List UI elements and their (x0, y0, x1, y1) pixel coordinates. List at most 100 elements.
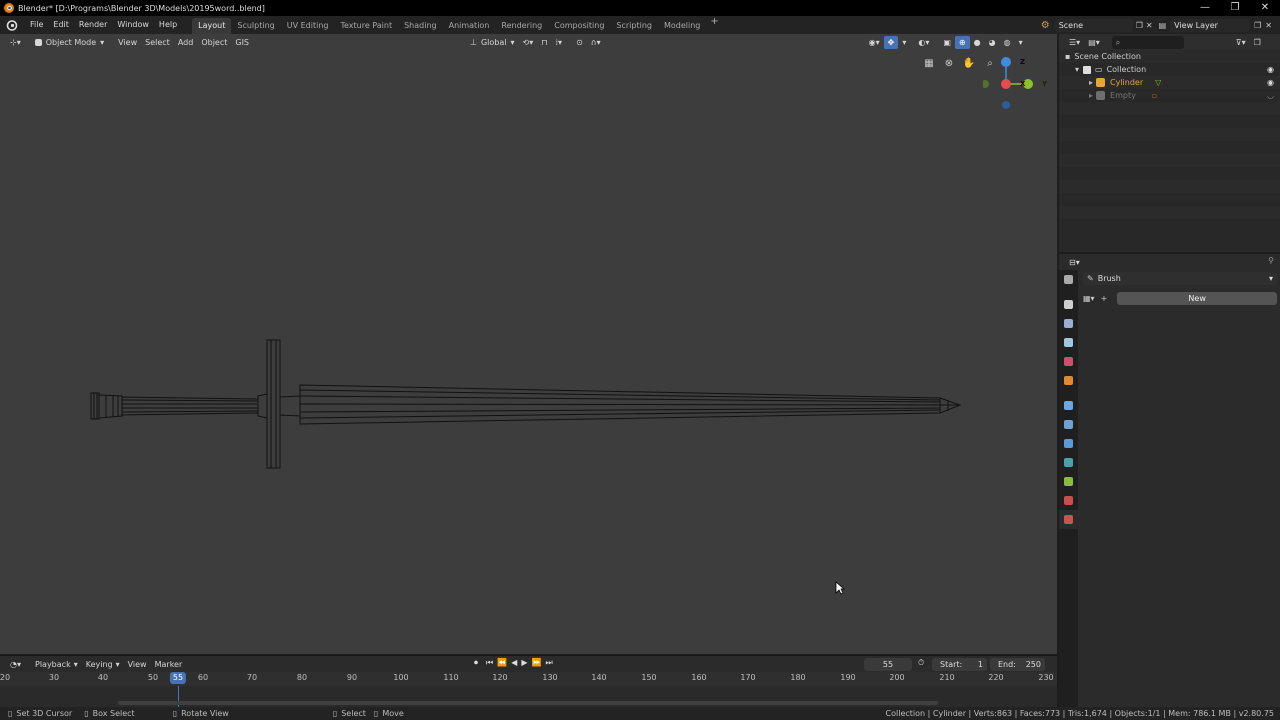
filter-icon[interactable]: ⊽▾ (1232, 36, 1250, 49)
jump-start-icon[interactable]: ⏮ (486, 658, 493, 668)
blender-menu-icon[interactable] (5, 18, 19, 32)
tool-icon (1064, 275, 1073, 284)
menu-render[interactable]: Render (74, 16, 112, 34)
chevron-down-icon: ▾ (1268, 274, 1273, 283)
play-reverse-icon[interactable]: ◀ (511, 658, 517, 668)
properties-editor-type-icon[interactable]: ⊟▾ (1065, 256, 1084, 269)
expand-arrow-icon[interactable]: ▸ (1089, 89, 1093, 102)
current-frame-field[interactable]: 55 (864, 658, 912, 671)
view-layer-icon (1064, 338, 1073, 347)
timeline-ruler[interactable]: 20 30 40 50 60 70 80 90 100 110 120 130 … (0, 672, 1057, 686)
view-layer-field[interactable]: View Layer (1170, 18, 1251, 32)
restore-button[interactable]: ❐ (1220, 0, 1250, 16)
sword-wireframe-mesh[interactable] (0, 34, 1057, 654)
tab-scripting[interactable]: Scripting (610, 18, 658, 34)
tab-modifiers[interactable] (1059, 415, 1078, 434)
tab-constraints[interactable] (1059, 472, 1078, 491)
outliner-empty-row (1059, 167, 1280, 180)
scene-collection-icon: ▪ (1065, 52, 1071, 61)
eye-icon[interactable]: ◉ (1267, 76, 1274, 89)
eye-icon[interactable]: ◉ (1267, 63, 1274, 76)
minimize-button[interactable]: — (1190, 0, 1220, 16)
menu-help[interactable]: Help (154, 16, 182, 34)
hidden-eye-icon[interactable]: ◡ (1267, 89, 1274, 102)
view-layer-icon[interactable]: ▤ (1159, 21, 1167, 30)
tab-scene[interactable] (1059, 352, 1078, 371)
play-icon[interactable]: ▶ (521, 658, 527, 668)
3d-viewport[interactable]: ⊹▾ Object Mode ▾ View Select Add Object … (0, 34, 1057, 654)
timeline-editor[interactable]: ◔▾ Playback ▾ Keying ▾ View Marker ⏺ ⏮ ⏪… (0, 655, 1057, 708)
tab-tool[interactable] (1059, 270, 1078, 289)
tab-texture-paint[interactable]: Texture Paint (334, 18, 398, 34)
tab-material[interactable] (1059, 510, 1078, 529)
tab-shading[interactable]: Shading (398, 18, 443, 34)
tab-layout[interactable]: Layout (192, 18, 232, 34)
tab-world[interactable] (1059, 371, 1078, 390)
add-icon[interactable]: + (1101, 294, 1108, 303)
mouse-left-icon: ▯ (8, 709, 13, 718)
tab-object[interactable] (1059, 396, 1078, 415)
tab-compositing[interactable]: Compositing (548, 18, 610, 34)
new-view-layer-icon[interactable]: ❐ (1254, 21, 1261, 30)
outliner-row-collection[interactable]: ▾ ▭ Collection ◉ (1059, 63, 1280, 76)
new-texture-button[interactable]: New (1117, 292, 1277, 305)
outliner-search-input[interactable]: ⌕ (1111, 35, 1184, 49)
tab-rendering[interactable]: Rendering (495, 18, 548, 34)
add-workspace-button[interactable]: + (710, 16, 718, 34)
tab-physics[interactable] (1059, 453, 1078, 472)
world-icon (1064, 376, 1073, 385)
delete-scene-icon[interactable]: ✕ (1146, 21, 1153, 30)
keying-label: Keying (85, 659, 113, 669)
tab-data[interactable] (1059, 491, 1078, 510)
outliner-empty-row (1059, 193, 1280, 206)
outliner-row-scene-collection[interactable]: ▪ Scene Collection (1059, 50, 1280, 63)
menu-file[interactable]: File (25, 16, 48, 34)
status-rotate-view: ▯ Rotate View (173, 709, 229, 718)
record-icon[interactable]: ⏺ (474, 658, 478, 668)
scene-name-field[interactable]: Scene (1054, 18, 1133, 32)
pin-icon[interactable]: ⚲ (1268, 256, 1274, 265)
status-rotate-view-label: Rotate View (181, 709, 229, 718)
menu-window[interactable]: Window (112, 16, 154, 34)
outliner-row-empty[interactable]: ▸ Empty ▫ ◡ (1059, 89, 1280, 102)
tab-sculpting[interactable]: Sculpting (231, 18, 280, 34)
timeline-view-menu[interactable]: View (124, 658, 151, 671)
tab-uv-editing[interactable]: UV Editing (281, 18, 335, 34)
tab-animation[interactable]: Animation (443, 18, 496, 34)
window-title: Blender* [D:\Programs\Blender 3D\Models\… (18, 3, 265, 13)
texture-icon[interactable]: ▦▾ (1083, 294, 1095, 303)
timeline-scrollbar[interactable] (118, 701, 938, 705)
timeline-editor-type-icon[interactable]: ◔▾ (6, 658, 25, 671)
tab-modeling[interactable]: Modeling (658, 18, 706, 34)
keying-menu[interactable]: Keying ▾ (82, 658, 124, 671)
start-frame-field[interactable]: Start: 1 (932, 658, 987, 671)
playhead-frame-label[interactable]: 55 (169, 672, 187, 684)
scene-icon[interactable]: ⚙ (1041, 20, 1050, 31)
playback-menu[interactable]: Playback ▾ (31, 658, 82, 671)
display-mode-icon[interactable]: ▤▾ (1084, 36, 1104, 49)
end-frame-field[interactable]: End: 250 (990, 658, 1045, 671)
brush-selector[interactable]: ✎ Brush ▾ (1083, 272, 1277, 285)
outliner-row-cylinder[interactable]: ▸ Cylinder ▽ ◉ (1059, 76, 1280, 89)
tab-particles[interactable] (1059, 434, 1078, 453)
prev-keyframe-icon[interactable]: ⏪ (497, 658, 507, 668)
new-collection-icon[interactable]: ❐ (1250, 36, 1265, 49)
tick-label: 80 (296, 673, 308, 682)
expand-arrow-icon[interactable]: ▾ (1075, 63, 1079, 76)
outliner-editor-type-icon[interactable]: ☰▾ (1065, 36, 1084, 49)
jump-end-icon[interactable]: ⏭ (545, 658, 552, 668)
collection-checkbox[interactable] (1083, 65, 1092, 74)
tab-render[interactable] (1059, 295, 1078, 314)
frame-clock-icon[interactable]: ⏱ (918, 658, 924, 668)
properties-header: ⊟▾ ⚲ (1059, 254, 1280, 270)
new-scene-icon[interactable]: ❐ (1136, 21, 1143, 30)
close-button[interactable]: ✕ (1250, 0, 1280, 16)
tab-view-layer[interactable] (1059, 333, 1078, 352)
timeline-marker-menu[interactable]: Marker (151, 658, 187, 671)
next-keyframe-icon[interactable]: ⏩ (531, 658, 541, 668)
tab-output[interactable] (1059, 314, 1078, 333)
expand-arrow-icon[interactable]: ▸ (1089, 76, 1093, 89)
menu-edit[interactable]: Edit (48, 16, 74, 34)
cylinder-label: Cylinder (1110, 78, 1144, 87)
delete-view-layer-icon[interactable]: ✕ (1265, 21, 1272, 30)
